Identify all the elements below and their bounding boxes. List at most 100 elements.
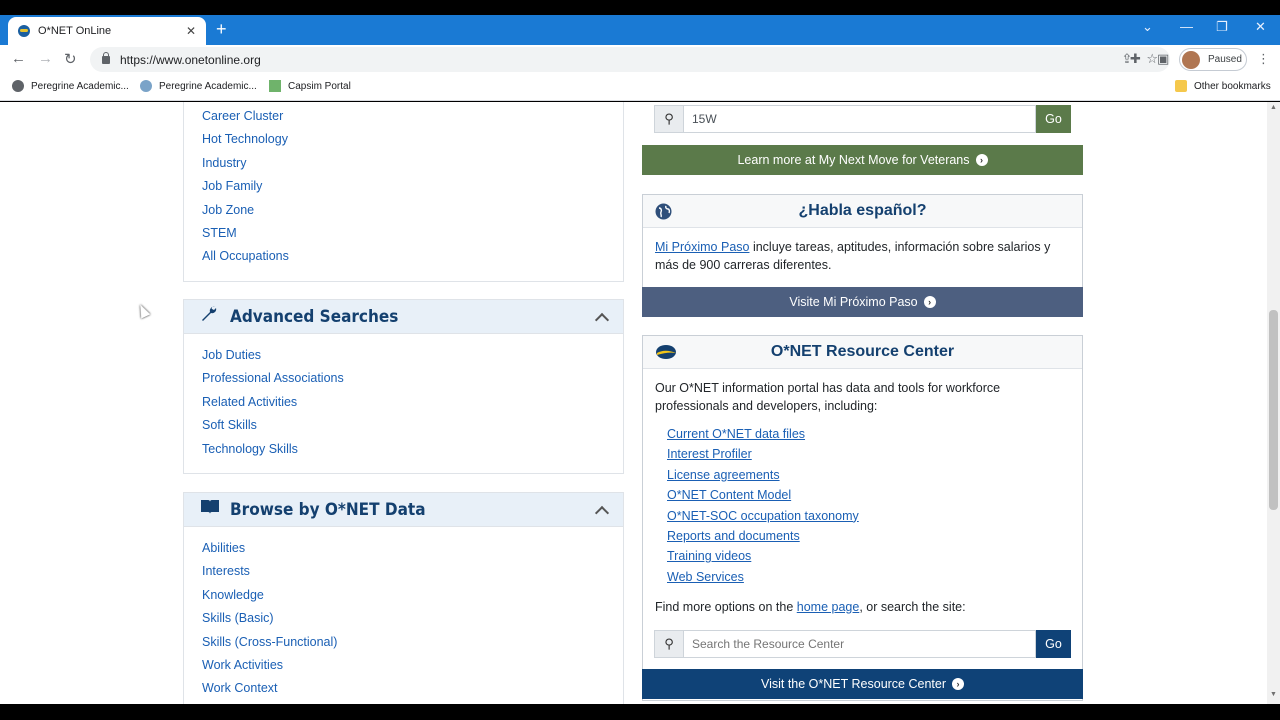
find-more-prefix: Find more options on the (655, 600, 797, 615)
link-industry[interactable]: Industry (202, 152, 605, 175)
link-stem[interactable]: STEM (202, 222, 605, 245)
onet-logo-icon (655, 344, 677, 365)
capsim-icon (269, 80, 281, 92)
visit-resource-center-button[interactable]: Visit the O*NET Resource Center › (642, 669, 1083, 699)
resource-intro: Our O*NET information portal has data an… (655, 381, 1001, 413)
link-skills-basic[interactable]: Skills (Basic) (202, 607, 605, 630)
page-scrollbar[interactable]: ▲ ▼ (1267, 102, 1280, 704)
arrow-circle-right-icon: › (975, 154, 988, 166)
link-technology-skills[interactable]: Technology Skills (202, 438, 605, 461)
home-page-link[interactable]: home page (797, 600, 860, 614)
espanol-header: ¿Habla español? (643, 195, 1082, 228)
resource-search: ⚲ Go (654, 630, 1071, 658)
resource-find-more: Find more options on the home page, or s… (643, 587, 1082, 616)
search-icon: ⚲ (654, 630, 684, 658)
new-tab-icon[interactable]: + (216, 19, 227, 39)
tab-search-icon[interactable]: ⌄ (1142, 19, 1153, 35)
avatar (1182, 50, 1200, 69)
arrow-circle-right-icon: › (923, 296, 936, 308)
bookmark-item[interactable]: Peregrine Academic... (12, 80, 129, 92)
link-related-activities[interactable]: Related Activities (202, 391, 605, 414)
espanol-card: ¿Habla español? Mi Próximo Paso incluye … (642, 194, 1083, 317)
url-text: https://www.onetonline.org (120, 52, 261, 67)
advanced-searches-card: Advanced Searches Job Duties Professiona… (183, 299, 624, 474)
veterans-learn-more-button[interactable]: Learn more at My Next Move for Veterans … (642, 145, 1083, 175)
browse-onet-data-header[interactable]: Browse by O*NET Data (184, 493, 623, 527)
bookmark-item[interactable]: Capsim Portal (269, 80, 351, 92)
profile-button[interactable]: Paused (1179, 48, 1247, 71)
tab-close-icon[interactable]: ✕ (186, 24, 196, 38)
resource-go-button[interactable]: Go (1036, 630, 1071, 658)
scroll-down-icon[interactable]: ▼ (1270, 691, 1277, 698)
occupation-links: Career Cluster Hot Technology Industry J… (184, 102, 623, 279)
link-reports-and-documents[interactable]: Reports and documents (667, 526, 1058, 546)
wrench-icon (200, 305, 220, 328)
lock-icon (102, 51, 110, 64)
minimize-icon[interactable]: — (1180, 19, 1193, 34)
onet-data-links: Abilities Interests Knowledge Skills (Ba… (184, 527, 623, 704)
other-bookmarks[interactable]: Other bookmarks (1175, 80, 1271, 92)
address-bar[interactable]: https://www.onetonline.org ⇪ ☆ (90, 47, 1170, 72)
link-web-services[interactable]: Web Services (667, 567, 1058, 587)
reload-icon[interactable]: ↻ (64, 50, 77, 68)
globe-icon (655, 203, 672, 225)
arrow-circle-right-icon: › (952, 678, 965, 690)
link-abilities[interactable]: Abilities (202, 537, 605, 560)
link-onet-soc-taxonomy[interactable]: O*NET-SOC occupation taxonomy (667, 506, 1058, 526)
chevron-up-icon[interactable] (594, 505, 610, 520)
forward-icon[interactable]: → (38, 50, 53, 67)
scroll-up-icon[interactable]: ▲ (1270, 104, 1277, 111)
scroll-thumb[interactable] (1269, 310, 1278, 510)
browse-onet-data-card: Browse by O*NET Data Abilities Interests… (183, 492, 624, 704)
window-close-icon[interactable]: ✕ (1255, 19, 1266, 35)
link-career-cluster[interactable]: Career Cluster (202, 105, 605, 128)
link-license-agreements[interactable]: License agreements (667, 465, 1058, 485)
link-professional-associations[interactable]: Professional Associations (202, 367, 605, 390)
link-onet-content-model[interactable]: O*NET Content Model (667, 485, 1058, 505)
peregrine-icon (140, 80, 152, 92)
link-skills-cross-functional[interactable]: Skills (Cross-Functional) (202, 631, 605, 654)
resource-center-card: O*NET Resource Center Our O*NET informat… (642, 335, 1083, 701)
link-knowledge[interactable]: Knowledge (202, 584, 605, 607)
bookmark-label: Peregrine Academic... (159, 80, 257, 92)
espanol-title: ¿Habla español? (798, 202, 927, 219)
extensions-icon[interactable]: ✚ (1130, 51, 1141, 67)
side-panel-icon[interactable]: ▣ (1157, 51, 1169, 67)
link-current-onet-data-files[interactable]: Current O*NET data files (667, 424, 1058, 444)
link-job-family[interactable]: Job Family (202, 175, 605, 198)
advanced-search-links: Job Duties Professional Associations Rel… (184, 334, 623, 471)
espanol-button-label: Visite Mi Próximo Paso (789, 295, 918, 309)
link-all-occupations[interactable]: All Occupations (202, 245, 605, 268)
menu-icon[interactable]: ⋮ (1257, 51, 1270, 67)
advanced-searches-header[interactable]: Advanced Searches (184, 300, 623, 334)
resource-links: Current O*NET data files Interest Profil… (643, 415, 1082, 587)
veterans-search-input[interactable] (684, 105, 1036, 133)
link-interests[interactable]: Interests (202, 560, 605, 583)
resource-search-input[interactable] (684, 630, 1036, 658)
veterans-button-label: Learn more at My Next Move for Veterans (737, 153, 970, 167)
visite-mi-proximo-paso-button[interactable]: Visite Mi Próximo Paso › (642, 287, 1083, 317)
link-hot-technology[interactable]: Hot Technology (202, 128, 605, 151)
link-work-context[interactable]: Work Context (202, 677, 605, 700)
book-icon (200, 499, 220, 520)
back-icon[interactable]: ← (11, 50, 26, 67)
bookmark-item[interactable]: Peregrine Academic... (140, 80, 257, 92)
veterans-go-button[interactable]: Go (1036, 105, 1071, 133)
link-work-activities[interactable]: Work Activities (202, 654, 605, 677)
bookmark-label: Peregrine Academic... (31, 80, 129, 92)
find-more-suffix: , or search the site: (859, 600, 966, 615)
link-job-duties[interactable]: Job Duties (202, 344, 605, 367)
resource-button-label: Visit the O*NET Resource Center (760, 677, 947, 691)
restore-icon[interactable]: ❐ (1216, 19, 1228, 35)
link-job-zone[interactable]: Job Zone (202, 199, 605, 222)
link-interest-profiler[interactable]: Interest Profiler (667, 444, 1058, 464)
chevron-up-icon[interactable] (594, 312, 610, 327)
link-soft-skills[interactable]: Soft Skills (202, 414, 605, 437)
search-icon: ⚲ (654, 105, 684, 133)
mi-proximo-paso-link[interactable]: Mi Próximo Paso (655, 240, 749, 254)
link-training-videos[interactable]: Training videos (667, 546, 1058, 566)
browse-occupations-card: Career Cluster Hot Technology Industry J… (183, 102, 624, 282)
browser-tab[interactable]: O*NET OnLine ✕ (8, 17, 206, 45)
browser-toolbar: ← → ↻ https://www.onetonline.org ⇪ ☆ ✚ ▣… (0, 45, 1280, 74)
advanced-searches-title: Advanced Searches (230, 306, 399, 327)
